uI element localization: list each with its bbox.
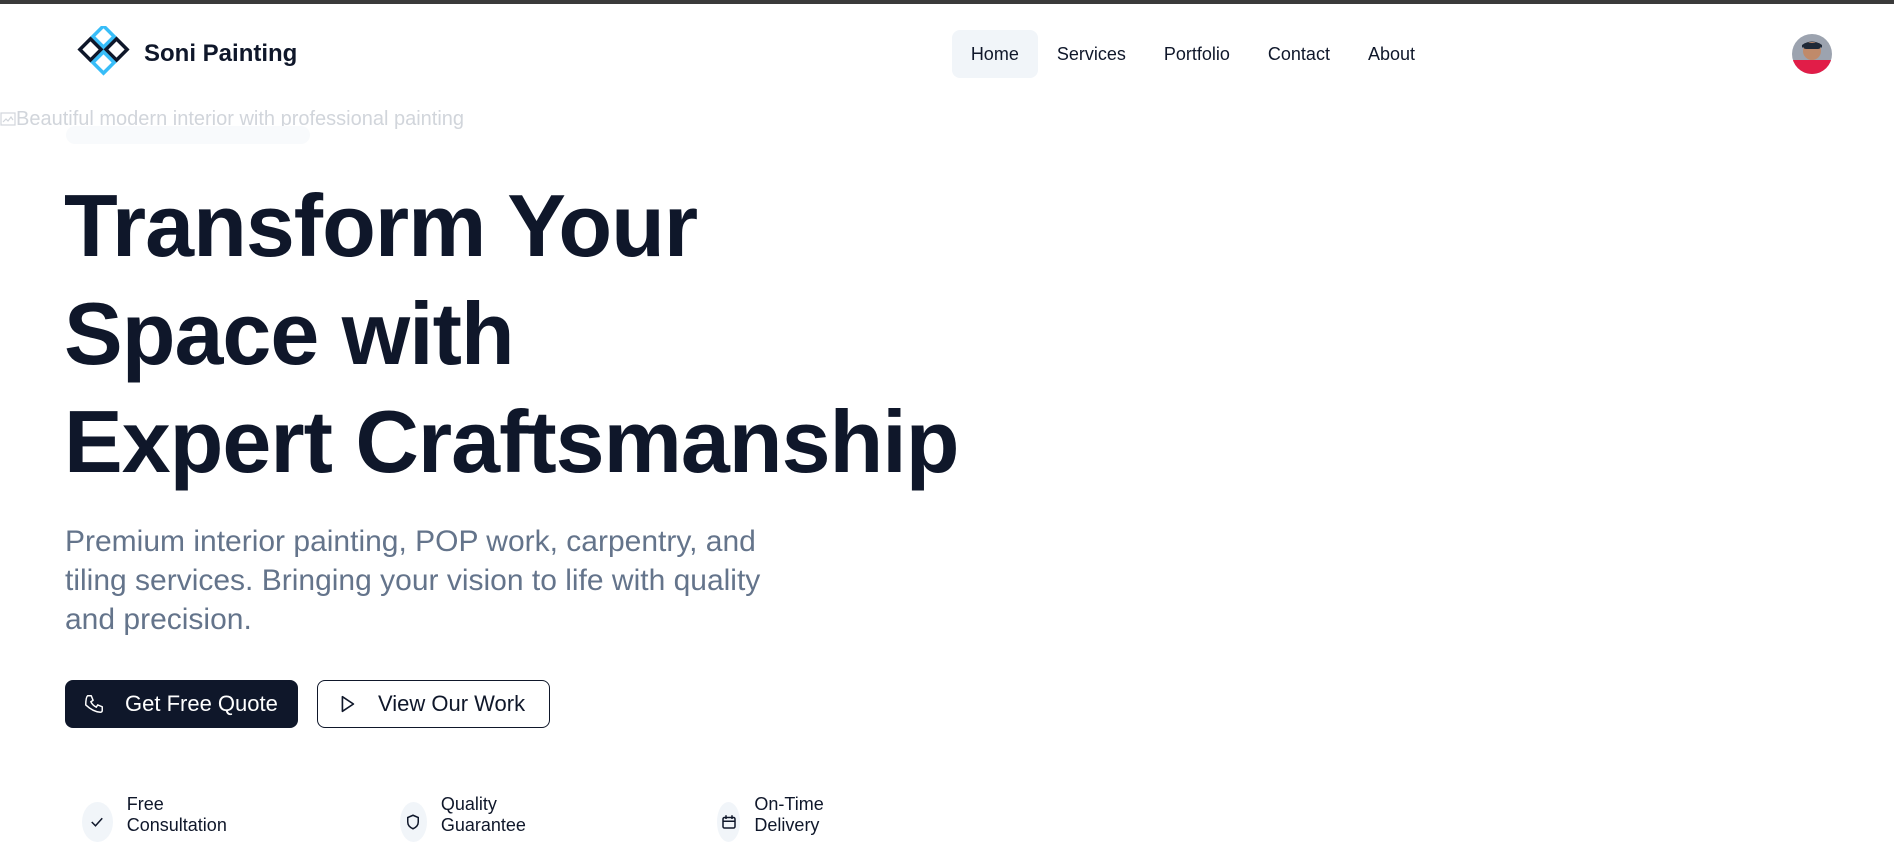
hero-subtitle-line: and precision. [65,603,252,636]
brand[interactable]: Soni Painting [76,26,297,82]
hero-subtitle-line: tiling services. Bringing your vision to… [65,564,761,597]
feature-label: Free Consultation [126,794,227,835]
diamond-logo-icon [77,26,130,76]
user-avatar[interactable] [1792,34,1832,74]
feature-label: Quality Guarantee [440,794,526,835]
hero-title-line: Transform Your [64,176,698,275]
shield-icon [400,802,427,842]
check-icon [82,802,113,842]
hero-title: Transform Your Space with Expert Craftsm… [64,172,1064,496]
calendar-icon [717,802,741,842]
feature-item: Quality Guarantee [400,794,539,842]
get-free-quote-label: Get Free Quote [125,691,278,716]
avatar-image [1792,34,1832,74]
nav-item-services[interactable]: Services [1038,30,1145,78]
feature-item: On-Time Delivery [717,794,836,842]
broken-image-icon [0,112,16,126]
nav-item-portfolio[interactable]: Portfolio [1145,30,1249,78]
nav-item-about[interactable]: About [1349,30,1434,78]
view-our-work-label: View Our Work [378,691,526,716]
hero-title-line: Expert Craftsmanship [64,392,959,491]
hero-title-line: Space with [64,284,515,383]
hero-badge-placeholder [66,126,310,144]
hero-subtitle-line: Premium interior painting, POP work, car… [65,525,756,558]
hero-cta-row: Get Free Quote View Our Work [65,680,550,728]
view-our-work-button[interactable]: View Our Work [317,680,550,728]
main-nav: Home Services Portfolio Contact About [951,30,1434,78]
nav-item-contact[interactable]: Contact [1249,30,1349,78]
brand-name: Soni Painting [144,40,298,67]
feature-label: On-Time Delivery [754,794,824,835]
phone-icon [85,695,103,713]
site-header: Soni Painting Home Services Portfolio Co… [0,4,1894,104]
play-icon [341,695,355,713]
hero-subtitle: Premium interior painting, POP work, car… [65,522,825,639]
nav-item-home[interactable]: Home [951,30,1038,78]
get-free-quote-button[interactable]: Get Free Quote [65,680,298,728]
feature-item: Free Consultation [82,794,236,842]
